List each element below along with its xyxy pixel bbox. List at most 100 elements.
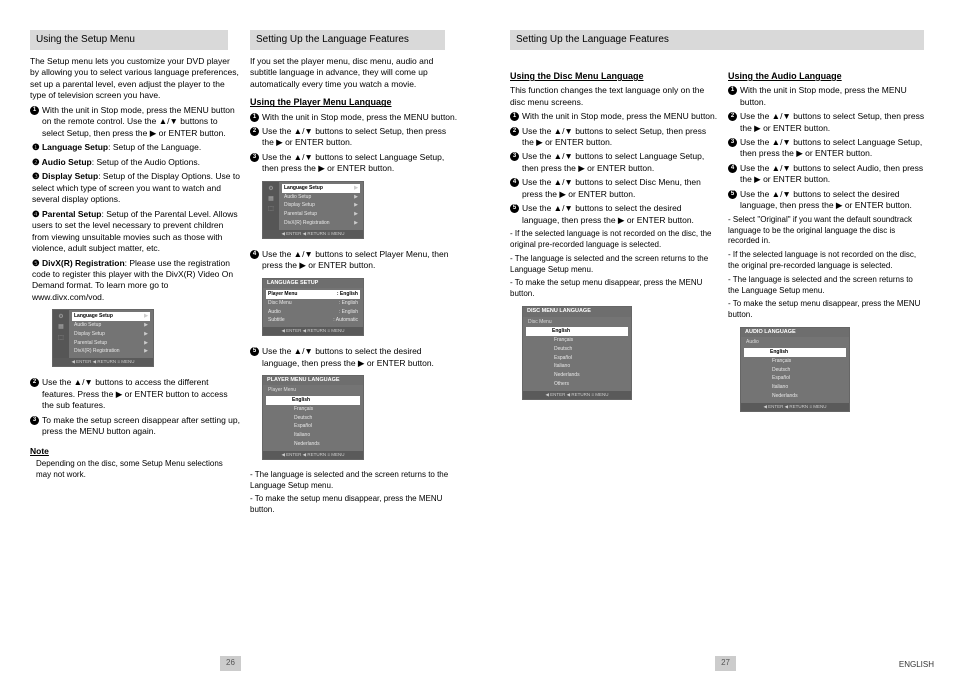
feature-items: ❶ Language Setup: Setup of the Language.… xyxy=(32,142,240,303)
osd-row: Parental Setup xyxy=(282,210,360,219)
step: Use the ▲/▼ buttons to select the desire… xyxy=(262,346,460,369)
osd-lang: Deutsch xyxy=(526,345,628,354)
osd-audio-lang: AUDIO LANGUAGE Audio English Français De… xyxy=(740,327,850,412)
bullet: - Select "Original" if you want the defa… xyxy=(728,215,926,247)
osd-title: AUDIO LANGUAGE xyxy=(741,328,849,337)
step: Use the ▲/▼ buttons to select Setup, the… xyxy=(740,111,926,134)
osd-disc-menu-lang: DISC MENU LANGUAGE Disc Menu English Fra… xyxy=(522,306,632,399)
step: Use the ▲/▼ buttons to select Language S… xyxy=(740,137,926,160)
osd-side-icons: ⚙▦⬚ xyxy=(263,182,279,230)
right-column-2: Using the Audio Language With the unit i… xyxy=(728,70,926,422)
step: Use the ▲/▼ buttons to select Player Men… xyxy=(262,249,460,272)
feature-item: ❷ Audio Setup: Setup of the Audio Option… xyxy=(32,157,240,168)
osd-lang: Italiano xyxy=(744,383,846,392)
bullet: - To make the setup menu disappear, pres… xyxy=(510,278,720,300)
osd-title: DISC MENU LANGUAGE xyxy=(523,307,631,316)
osd-caption: Disc Menu xyxy=(526,319,628,328)
osd-row: Audio Setup xyxy=(282,193,360,202)
osd-lang: Español xyxy=(526,354,628,363)
osd-lang: English xyxy=(526,327,628,336)
osd-footer: ◀ ENTER ◀ RETURN ≡ MENU xyxy=(741,403,849,411)
osd-row: DivX(R) Registration xyxy=(282,219,360,228)
osd-row: DivX(R) Registration xyxy=(72,347,150,356)
steps-list: With the unit in Stop mode, press the ME… xyxy=(262,112,460,175)
osd-row: Player Menu: English xyxy=(266,290,360,299)
step: Use the ▲/▼ buttons to select Language S… xyxy=(262,152,460,175)
osd-lang: Español xyxy=(744,374,846,383)
steps-list: Use the ▲/▼ buttons to select the desire… xyxy=(262,346,460,369)
bullet: - The language is selected and the scree… xyxy=(250,470,460,492)
subsection-heading: Using the Audio Language xyxy=(728,70,926,82)
step: Use the ▲/▼ buttons to select Setup, the… xyxy=(262,126,460,149)
osd-footer: ◀ ENTER ◀ RETURN ≡ MENU xyxy=(263,451,363,459)
section-title: Setting Up the Language Features xyxy=(516,33,669,47)
osd-lang: Italiano xyxy=(266,431,360,440)
osd-lang: Deutsch xyxy=(744,366,846,375)
right-page-header-bar: Setting Up the Language Features xyxy=(510,30,924,50)
left-column-2: Setting Up the Language Features If you … xyxy=(250,30,460,519)
intro-text: This function changes the text language … xyxy=(510,85,720,108)
osd-row: Disc Menu: English xyxy=(266,299,360,308)
osd-setup-menu: ⚙▦⬚ Language Setup Audio Setup Display S… xyxy=(262,181,364,239)
subsection-heading: Using the Disc Menu Language xyxy=(510,70,720,82)
osd-lang: Français xyxy=(744,357,846,366)
osd-lang: Others xyxy=(526,380,628,389)
osd-row: Audio Setup xyxy=(72,321,150,330)
section-title-bar: Setting Up the Language Features xyxy=(250,30,445,50)
step: Use the ▲/▼ buttons to select the desire… xyxy=(522,203,720,226)
osd-row: Language Setup xyxy=(282,184,360,193)
osd-language-setup: LANGUAGE SETUP Player Menu: English Disc… xyxy=(262,278,364,336)
note-text: Depending on the disc, some Setup Menu s… xyxy=(36,459,240,481)
bullet: - If the selected language is not record… xyxy=(728,250,926,272)
osd-caption: Player Menu xyxy=(266,387,360,396)
osd-row: Subtitle: Automatic xyxy=(266,316,360,325)
page-lang-label: ENGLISH xyxy=(899,660,934,671)
osd-lang: Deutsch xyxy=(266,414,360,423)
step: Use the ▲/▼ buttons to select Disc Menu,… xyxy=(522,177,720,200)
left-column-1: Using the Setup Menu The Setup menu lets… xyxy=(30,30,240,481)
steps-list: Use the ▲/▼ buttons to select Player Men… xyxy=(262,249,460,272)
step: With the unit in Stop mode, press the ME… xyxy=(522,111,720,122)
osd-footer: ◀ ENTER ◀ RETURN ≡ MENU xyxy=(263,327,363,335)
steps-list: With the unit in Stop mode, press the ME… xyxy=(522,111,720,226)
osd-lang: Nederlands xyxy=(266,440,360,449)
section-title: Setting Up the Language Features xyxy=(256,33,409,47)
osd-row: Display Setup xyxy=(282,201,360,210)
osd-caption: Audio xyxy=(744,339,846,348)
osd-lang: Français xyxy=(526,336,628,345)
step: Use the ▲/▼ buttons to select Audio, the… xyxy=(740,163,926,186)
step: With the unit in Stop mode, press the ME… xyxy=(42,105,240,139)
bullet: - If the selected language is not record… xyxy=(510,229,720,251)
right-column-1: Using the Disc Menu Language This functi… xyxy=(510,70,720,410)
osd-lang: English xyxy=(266,396,360,405)
step: Use the ▲/▼ buttons to select the desire… xyxy=(740,189,926,212)
page-number-right: 27 xyxy=(715,656,736,671)
osd-row: Language Setup xyxy=(72,312,150,321)
steps-list: With the unit in Stop mode, press the ME… xyxy=(740,85,926,212)
feature-item: ❺ DivX(R) Registration: Please use the r… xyxy=(32,258,240,304)
osd-lang: Français xyxy=(266,405,360,414)
steps-list-2: Use the ▲/▼ buttons to access the differ… xyxy=(42,377,240,437)
bullet: - To make the setup menu disappear, pres… xyxy=(728,299,926,321)
osd-row: Audio: English xyxy=(266,308,360,317)
osd-lang: Italiano xyxy=(526,362,628,371)
intro-text: The Setup menu lets you customize your D… xyxy=(30,56,240,102)
steps-list: With the unit in Stop mode, press the ME… xyxy=(42,105,240,139)
osd-lang: Nederlands xyxy=(744,392,846,401)
osd-row: Display Setup xyxy=(72,330,150,339)
step: To make the setup screen disappear after… xyxy=(42,415,240,438)
step: With the unit in Stop mode, press the ME… xyxy=(262,112,460,123)
intro-text: If you set the player menu, disc menu, a… xyxy=(250,56,460,90)
note-heading: Note xyxy=(30,446,240,457)
osd-footer: ◀ ENTER ◀ RETURN ≡ MENU xyxy=(263,230,363,238)
osd-title: LANGUAGE SETUP xyxy=(263,279,363,288)
osd-lang: English xyxy=(744,348,846,357)
osd-title: PLAYER MENU LANGUAGE xyxy=(263,376,363,385)
osd-footer: ◀ ENTER ◀ RETURN ≡ MENU xyxy=(53,358,153,366)
bullet: - To make the setup menu disappear, pres… xyxy=(250,494,460,516)
feature-item: ❹ Parental Setup: Setup of the Parental … xyxy=(32,209,240,255)
osd-lang: Nederlands xyxy=(526,371,628,380)
osd-setup-menu: ⚙▦⬚ Language Setup Audio Setup Display S… xyxy=(52,309,154,367)
step: Use the ▲/▼ buttons to select Language S… xyxy=(522,151,720,174)
feature-item: ❶ Language Setup: Setup of the Language. xyxy=(32,142,240,153)
